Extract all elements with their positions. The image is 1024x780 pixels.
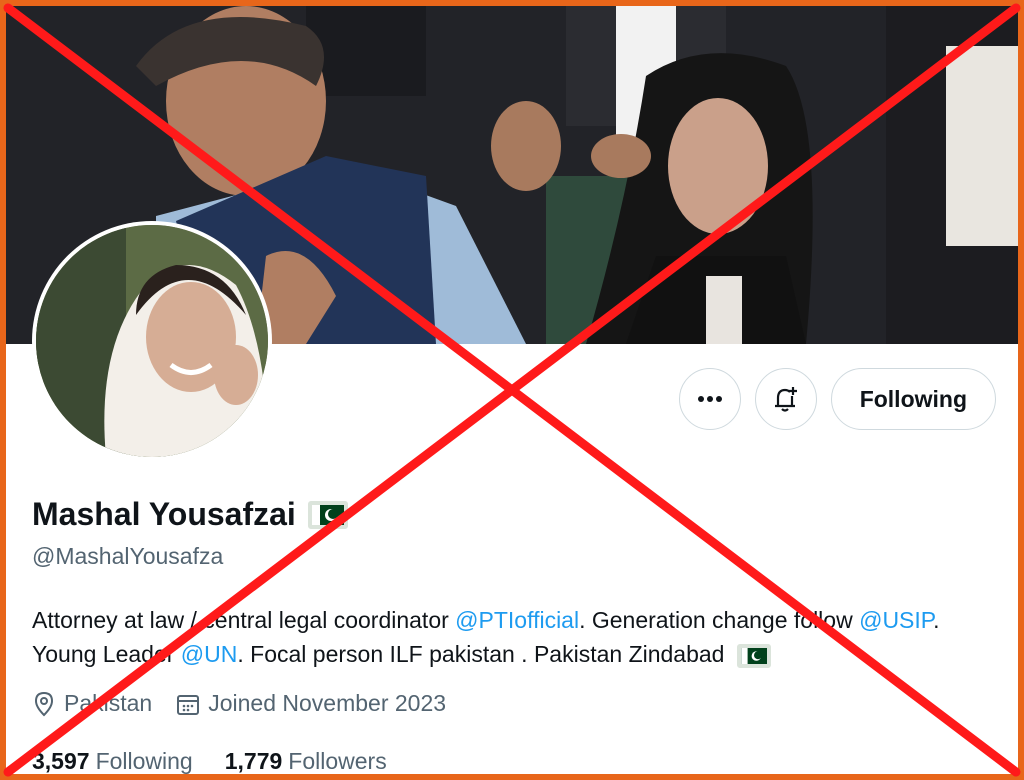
joined-text: Joined November 2023 (208, 690, 447, 716)
location-pin-icon (34, 691, 54, 716)
pakistan-flag-icon (307, 500, 348, 529)
mention-link[interactable]: @UN (181, 641, 238, 667)
profile-actions: Following (678, 368, 996, 430)
location-text: Pakistan (64, 690, 153, 716)
name-row: Mashal Yousafzai (32, 496, 348, 533)
bell-plus-icon (774, 387, 797, 412)
location-item: Pakistan (32, 690, 152, 717)
more-button[interactable] (678, 368, 741, 430)
screenshot-frame: Following Mashal Yousafzai @MashalYousaf… (0, 0, 1024, 780)
profile-stats: 3,597 Following 1,779 Followers (32, 748, 387, 774)
pakistan-flag-icon (736, 643, 771, 668)
bio-text: . Focal person ILF pakistan . Pakistan Z… (237, 641, 725, 667)
more-icon (697, 396, 722, 402)
bio-text: Attorney at law / central legal coordina… (32, 607, 456, 633)
user-handle: @MashalYousafza (32, 543, 224, 569)
profile-avatar[interactable] (32, 221, 272, 461)
profile-meta: Pakistan Joined November 2023 (32, 690, 446, 717)
mention-link[interactable]: @PTIofficial (455, 607, 579, 633)
bio-text: . Generation change follow (579, 607, 860, 633)
mention-link[interactable]: @USIP (859, 607, 933, 633)
joined-item: Joined November 2023 (176, 690, 446, 717)
following-stat[interactable]: 3,597 Following (32, 748, 193, 774)
avatar-photo (36, 225, 268, 457)
followers-stat[interactable]: 1,779 Followers (224, 748, 387, 774)
calendar-icon (177, 694, 200, 715)
followers-label: Followers (288, 748, 387, 774)
following-button[interactable]: Following (830, 368, 996, 430)
following-count: 3,597 (32, 748, 90, 774)
notifications-button[interactable] (754, 368, 817, 430)
display-name: Mashal Yousafzai (32, 496, 296, 532)
profile-bio: Attorney at law / central legal coordina… (32, 603, 997, 671)
followers-count: 1,779 (224, 748, 283, 774)
following-label: Following (95, 748, 193, 774)
